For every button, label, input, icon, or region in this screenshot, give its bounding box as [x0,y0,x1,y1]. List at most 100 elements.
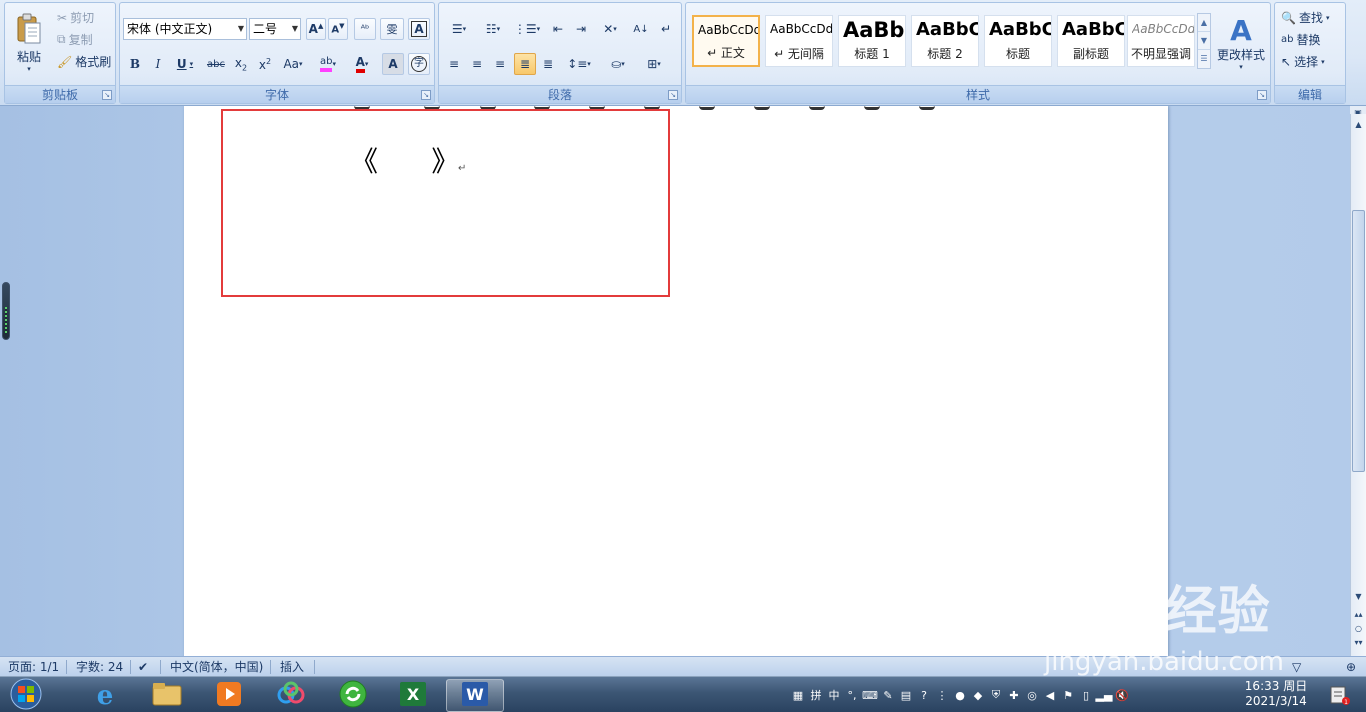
ime-chinese-indicator[interactable]: 中 [826,687,842,703]
qq-icon[interactable]: ● [952,687,968,703]
proofing-icon[interactable]: ✔ [138,659,148,675]
decrease-indent-button[interactable]: ⇤ [547,18,569,40]
numbering-button[interactable]: ☷ ▾ [477,18,509,40]
scroll-down-icon[interactable]: ▼ [1351,590,1366,604]
zoom-out-icon[interactable]: ▽ [1292,659,1301,675]
phonetic-guide-button[interactable]: 雯 [380,18,404,40]
highlight-button[interactable]: ab ▾ [312,53,344,75]
increase-indent-button[interactable]: ⇥ [570,18,592,40]
font-color-button[interactable]: A ▾ [346,53,378,75]
speaker-icon[interactable]: ◀ [1042,687,1058,703]
word-count[interactable]: 字数: 24 [76,659,123,675]
align-right-button[interactable]: ≡ [489,53,511,75]
baidu-netdisk-taskbar-icon[interactable] [262,679,320,712]
distributed-button[interactable]: ≣ [537,53,559,75]
previous-page-icon[interactable]: ▴▴ [1351,608,1366,622]
security-shield-icon[interactable]: ⛨ [988,687,1004,703]
bold-button[interactable]: B [124,53,146,75]
ime-tools-icon[interactable]: ✎ [880,687,896,703]
style-no-spacing[interactable]: AaBbCcDd ↵ 无间隔 [765,15,833,67]
paste-button[interactable]: 粘贴 ▾ [9,7,49,79]
browser-taskbar-icon[interactable] [324,679,382,712]
page-count[interactable]: 页面: 1/1 [8,659,59,675]
soft-keyboard-icon[interactable]: ⌨ [862,687,878,703]
cut-button[interactable]: ✂ 剪切 [57,9,94,26]
style-heading-1[interactable]: AaBb 标题 1 [838,15,906,67]
change-styles-button[interactable]: A 更改样式 ▾ [1214,7,1268,79]
ime-mode-icon[interactable]: 拼 [808,687,824,703]
notifications-icon[interactable]: 1 [1320,679,1360,711]
vertical-scrollbar[interactable]: ▲ ▼ ▴▴ ○ ▾▾ [1350,114,1366,656]
format-painter-button[interactable]: 🖌 格式刷 [57,53,111,70]
font-launcher-icon[interactable]: ↘ [421,90,431,100]
grow-font-button[interactable]: A▲ [306,18,326,40]
show-marks-button[interactable]: ↵ [655,18,677,40]
shading-button[interactable]: ⛀ ▾ [601,53,635,75]
font-name-combo[interactable]: 宋体 (中文正文) ▼ [123,18,247,40]
paragraph-launcher-icon[interactable]: ↘ [668,90,678,100]
word-taskbar-icon[interactable]: W [446,679,504,712]
system-clock[interactable]: 16:33 周日 2021/3/14 [1240,679,1312,709]
style-normal[interactable]: AaBbCcDd ↵ 正文 [692,15,760,67]
superscript-button[interactable]: x2 [254,53,276,75]
chevron-up-icon[interactable]: ▲ [1198,14,1210,32]
subscript-button[interactable]: x2 [230,53,252,75]
next-page-icon[interactable]: ▾▾ [1351,636,1366,650]
gallery-more-icon[interactable]: ☰ [1198,50,1210,68]
ie-taskbar-icon[interactable]: e [76,679,134,712]
asian-layout-button[interactable]: ✕ ▾ [594,18,626,40]
flag-icon[interactable]: ⚑ [1060,687,1076,703]
tray-app-icon[interactable]: ◆ [970,687,986,703]
borders-button[interactable]: ⊞ ▾ [637,53,671,75]
plus-icon[interactable]: ✚ [1006,687,1022,703]
change-case-button[interactable]: Aa ▾ [278,53,308,75]
select-button[interactable]: ↖ 选择 ▾ [1281,53,1325,70]
underline-button[interactable]: U ▾ [170,53,200,75]
language-status[interactable]: 中文(简体，中国) [170,659,263,675]
volume-muted-icon[interactable]: 🔇 [1114,687,1130,703]
sort-button[interactable]: A↓ [630,18,652,40]
styles-gallery-scroll[interactable]: ▲ ▼ ☰ [1197,13,1211,69]
help-icon[interactable]: ? [916,687,932,703]
explorer-taskbar-icon[interactable] [138,679,196,712]
style-subtle-emphasis[interactable]: AaBbCcDd 不明显强调 [1127,15,1195,67]
ime-toolbar-icon[interactable]: ⋮ [934,687,950,703]
network-monitor-icon[interactable]: ◎ [1024,687,1040,703]
style-subtitle[interactable]: AaBbC 副标题 [1057,15,1125,67]
scroll-up-icon[interactable]: ▲ [1351,118,1366,132]
chevron-down-icon[interactable]: ▼ [1198,32,1210,50]
clear-formatting-button[interactable]: ᴬᵇ [354,18,376,40]
zoom-in-icon[interactable]: ⊕ [1346,659,1356,675]
ime-settings-icon[interactable]: ▤ [898,687,914,703]
browse-object-icon[interactable]: ○ [1351,622,1366,636]
power-icon[interactable]: ▯ [1078,687,1094,703]
styles-launcher-icon[interactable]: ↘ [1257,90,1267,100]
justify-button[interactable]: ≣ [514,53,536,75]
media-player-taskbar-icon[interactable] [200,679,258,712]
align-center-button[interactable]: ≡ [466,53,488,75]
find-button[interactable]: 🔍 查找 ▾ [1281,9,1329,26]
strikethrough-button[interactable]: abc [204,53,228,75]
line-spacing-button[interactable]: ↕≡ ▾ [563,53,595,75]
shrink-font-button[interactable]: A▼ [328,18,348,40]
start-button[interactable] [0,678,52,712]
italic-button[interactable]: I [147,53,169,75]
bullets-button[interactable]: ☰ ▾ [443,18,475,40]
enclose-characters-button[interactable]: 字 [408,53,430,75]
character-border-button[interactable]: A [408,18,430,40]
align-left-button[interactable]: ≡ [443,53,465,75]
replace-button[interactable]: ab 替换 [1281,31,1321,48]
signal-icon[interactable]: ▂▄ [1096,687,1113,703]
font-size-combo[interactable]: 二号 ▼ [249,18,301,40]
multilevel-list-button[interactable]: ⋮☰ ▾ [511,18,543,40]
clipboard-launcher-icon[interactable]: ↘ [102,90,112,100]
scrollbar-thumb[interactable] [1352,210,1365,472]
copy-button[interactable]: ⧉ 复制 [57,31,93,48]
insert-mode[interactable]: 插入 [280,659,304,675]
style-title[interactable]: AaBbC 标题 [984,15,1052,67]
ime-keyboard-icon[interactable]: ▦ [790,687,806,703]
excel-taskbar-icon[interactable]: X [384,679,442,712]
ime-punctuation-icon[interactable]: °, [844,687,860,703]
character-shading-button[interactable]: A [382,53,404,75]
style-heading-2[interactable]: AaBbC 标题 2 [911,15,979,67]
